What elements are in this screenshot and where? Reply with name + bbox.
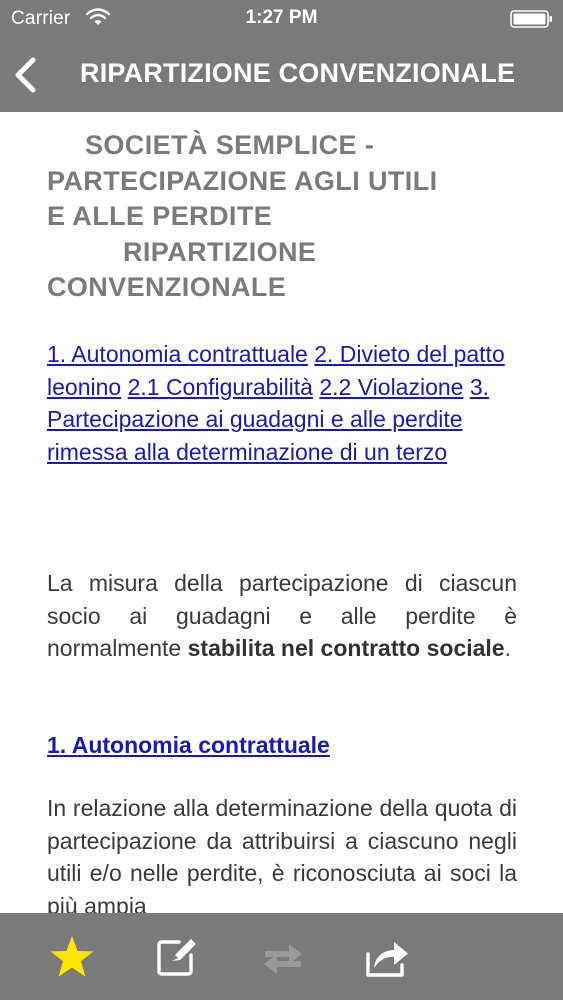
paragraph-end: . — [504, 635, 511, 661]
title-line: RIPARTIZIONE — [123, 236, 317, 267]
sync-arrows-icon — [259, 935, 307, 979]
favorite-button[interactable] — [48, 935, 96, 979]
status-bar: Carrier 1:27 PM — [0, 0, 563, 38]
toc-link-configurabilita[interactable]: 2.1 Configurabilità — [128, 374, 313, 400]
document-title: SOCIETÀ SEMPLICE - PARTECIPAZIONE AGLI U… — [47, 128, 527, 306]
paragraph-intro: La misura della partecipazione di ciascu… — [47, 567, 517, 665]
navigation-bar: RIPARTIZIONE CONVENZIONALE — [0, 38, 563, 112]
top-bar: Carrier 1:27 PM RIPARTIZIONE CONVENZIONA… — [0, 0, 563, 112]
title-line: E ALLE PERDITE — [47, 201, 273, 231]
edit-button[interactable] — [153, 935, 201, 979]
title-line: PARTECIPAZIONE AGLI UTILI — [47, 165, 438, 196]
bottom-toolbar — [0, 913, 563, 1000]
edit-icon — [153, 935, 201, 979]
paragraph-bold-text: stabilita nel contratto sociale — [187, 635, 505, 661]
title-line: SOCIETÀ SEMPLICE - — [85, 130, 375, 160]
title-line: CONVENZIONALE — [47, 272, 287, 302]
nav-title: RIPARTIZIONE CONVENZIONALE — [80, 58, 516, 88]
chevron-left-icon — [6, 57, 50, 102]
toc-link-autonomia[interactable]: 1. Autonomia contrattuale — [47, 341, 308, 367]
section-link-autonomia[interactable]: 1. Autonomia contrattuale — [47, 732, 330, 758]
back-button[interactable] — [6, 52, 50, 98]
table-of-contents: 1. Autonomia contrattuale 2. Divieto del… — [47, 338, 517, 468]
share-button[interactable] — [362, 935, 410, 979]
section-heading: 1. Autonomia contrattuale — [47, 729, 330, 761]
app-screen: Carrier 1:27 PM RIPARTIZIONE CONVENZIONA… — [0, 0, 563, 1000]
star-icon — [48, 935, 96, 979]
status-time: 1:27 PM — [245, 7, 318, 28]
paragraph-section1: In relazione alla determinazione della q… — [47, 795, 517, 913]
share-icon — [362, 935, 410, 979]
toc-link-violazione[interactable]: 2.2 Violazione — [319, 374, 463, 400]
battery-icon — [510, 10, 553, 28]
document-content[interactable]: SOCIETÀ SEMPLICE - PARTECIPAZIONE AGLI U… — [0, 112, 563, 913]
sync-button — [259, 935, 307, 979]
